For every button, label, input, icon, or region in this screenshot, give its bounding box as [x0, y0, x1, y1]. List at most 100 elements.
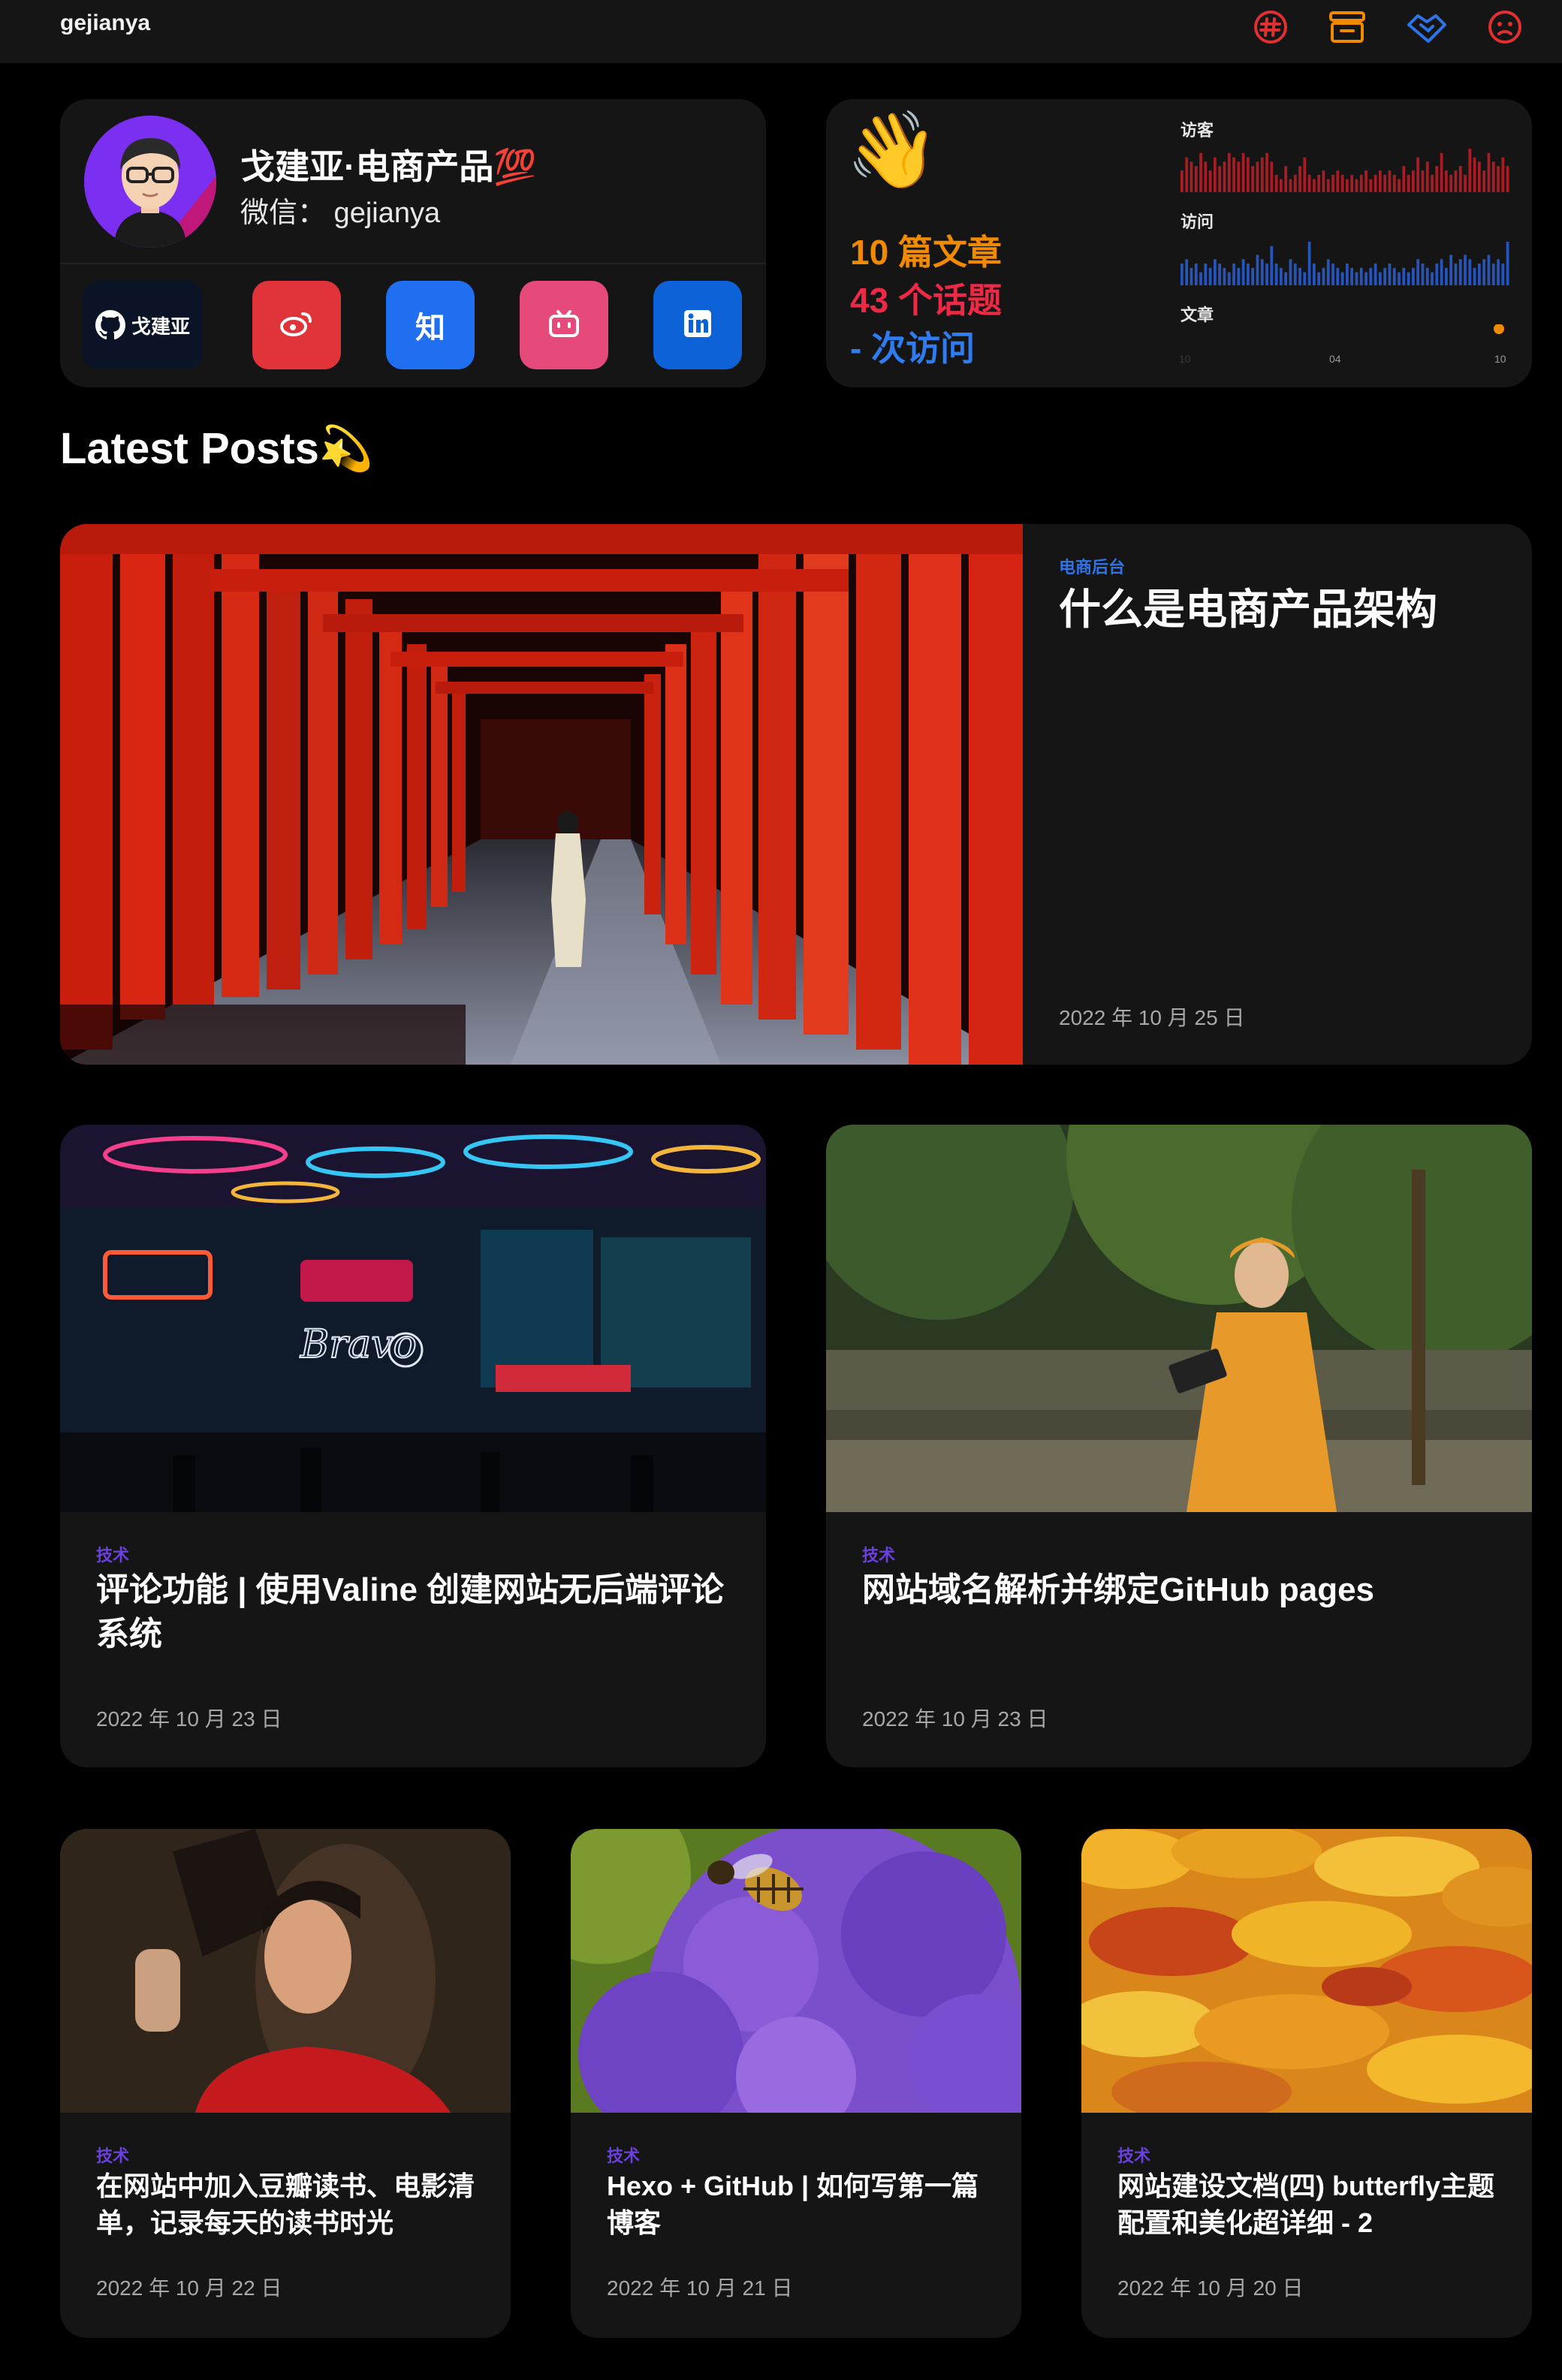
post-image-autumn-leaves[interactable]	[1081, 1829, 1532, 2113]
chart-bar	[1284, 272, 1288, 285]
chart-bar	[1398, 179, 1401, 192]
post-date: 2022 年 10 月 22 日	[96, 2276, 282, 2300]
chart-bar	[1218, 166, 1222, 192]
post-card[interactable]: 技术 网站建设文档(四) butterfly主题配置和美化超详细 - 2 202…	[1081, 1829, 1532, 2338]
chart-bar	[1416, 259, 1420, 285]
chart-bar	[1313, 179, 1316, 192]
chart-bar	[1501, 264, 1505, 285]
chart-bar	[1435, 166, 1439, 192]
articles-chart-title: 文章	[1181, 306, 1214, 324]
chart-bar	[1478, 264, 1481, 285]
chart-bar	[1440, 259, 1443, 285]
post-category[interactable]: 技术	[96, 1542, 129, 1566]
face-icon[interactable]	[1484, 6, 1526, 48]
chart-bar	[1204, 264, 1208, 285]
chart-bar	[1388, 170, 1392, 192]
chart-bar	[1256, 255, 1259, 285]
post-category[interactable]: 技术	[1117, 2143, 1150, 2167]
chart-bar	[1445, 170, 1448, 192]
post-title[interactable]: 评论功能 | 使用Valine 创建网站无后端评论系统	[96, 1568, 727, 1657]
chart-bar	[1425, 161, 1429, 192]
chart-bar	[1412, 170, 1415, 192]
post-image-woman-in-park[interactable]	[826, 1125, 1532, 1512]
post-card[interactable]: 技术 网站域名解析并绑定GitHub pages 2022 年 10 月 23 …	[826, 1125, 1532, 1767]
profile-card: 戈建亚·电商产品💯 微信： gejianya 戈建亚 知	[60, 99, 766, 387]
chart-bar	[1379, 272, 1382, 285]
chart-bar	[1270, 246, 1274, 285]
zhihu-button[interactable]: 知	[386, 281, 475, 369]
chart-bar	[1280, 267, 1283, 285]
post-date: 2022 年 10 月 23 日	[862, 1707, 1048, 1731]
archive-icon[interactable]	[1326, 6, 1368, 48]
avatar[interactable]	[84, 116, 216, 248]
chart-bar	[1322, 267, 1325, 285]
chart-bar	[1247, 264, 1250, 285]
chart-bar	[1331, 264, 1334, 285]
chart-bar	[1181, 264, 1184, 285]
chart-bar	[1445, 267, 1448, 285]
post-title[interactable]: 网站建设文档(四) butterfly主题配置和美化超详细 - 2	[1117, 2168, 1508, 2241]
github-button[interactable]: 戈建亚	[83, 281, 203, 369]
chart-bar	[1458, 259, 1462, 285]
post-card-featured[interactable]: 电商后台 什么是电商产品架构 2022 年 10 月 25 日	[60, 524, 1532, 1065]
chart-bar	[1359, 267, 1363, 285]
post-category[interactable]: 技术	[607, 2143, 640, 2167]
chart-bar	[1270, 161, 1274, 192]
chart-bar	[1407, 174, 1410, 192]
chart-bar	[1204, 161, 1208, 192]
chart-bar	[1497, 259, 1500, 285]
profile-wechat: 微信： gejianya	[240, 197, 441, 229]
chart-bar	[1185, 157, 1189, 192]
post-image-torii-gates[interactable]	[60, 524, 1023, 1065]
chart-bar	[1232, 264, 1235, 285]
post-card[interactable]: 技术 Hexo + GitHub | 如何写第一篇博客 2022 年 10 月 …	[571, 1829, 1021, 2338]
chart-bar	[1298, 166, 1301, 192]
github-label: 戈建亚	[131, 315, 190, 338]
chart-bar	[1364, 170, 1368, 192]
chart-bar	[1350, 267, 1354, 285]
chart-bar	[1431, 272, 1434, 285]
stats-card: 👋 10 篇文章 43 个话题 - 次访问 访客 访问 文章 10 04 10	[826, 99, 1532, 387]
chart-bar	[1185, 259, 1189, 285]
linkedin-button[interactable]	[653, 281, 742, 369]
weibo-button[interactable]	[252, 281, 341, 369]
article-count[interactable]: 10 篇文章	[850, 225, 1002, 275]
post-image-neon-street[interactable]: Bravo	[60, 1125, 766, 1512]
post-title[interactable]: Hexo + GitHub | 如何写第一篇博客	[607, 2168, 997, 2241]
chart-bar	[1449, 174, 1453, 192]
chart-bar	[1317, 272, 1321, 285]
post-title[interactable]: 在网站中加入豆瓣读书、电影清单，记录每天的读书时光	[96, 2168, 487, 2241]
chart-bar	[1223, 161, 1226, 192]
chart-bar	[1265, 264, 1268, 285]
post-category[interactable]: 电商后台	[1059, 554, 1125, 578]
chart-bar	[1260, 157, 1264, 192]
chart-bar	[1383, 267, 1387, 285]
post-category[interactable]: 技术	[862, 1542, 895, 1566]
waving-hand-icon: 👋	[846, 108, 939, 192]
visit-count: - 次访问	[850, 329, 975, 368]
chart-bar	[1398, 272, 1401, 285]
chart-bar	[1208, 170, 1212, 192]
chart-bar	[1317, 174, 1321, 192]
hashtag-icon[interactable]	[1250, 6, 1292, 48]
chart-bar	[1350, 174, 1354, 192]
topic-count[interactable]: 43 个话题	[850, 273, 1002, 323]
post-image-bee-on-flowers[interactable]	[571, 1829, 1021, 2113]
post-card[interactable]: Bravo 技术 评论功能 | 使用Valine 创建网站无后端评论系统 202…	[60, 1125, 766, 1767]
chart-bar	[1326, 259, 1330, 285]
chart-bar	[1473, 157, 1476, 192]
handshake-icon[interactable]	[1406, 6, 1448, 48]
post-image-woman-with-book[interactable]	[60, 1829, 511, 2113]
chart-bar	[1497, 166, 1500, 192]
site-name-link[interactable]: gejianya	[60, 11, 150, 36]
post-card[interactable]: 技术 在网站中加入豆瓣读书、电影清单，记录每天的读书时光 2022 年 10 月…	[60, 1829, 511, 2338]
visits-chart	[1181, 242, 1509, 285]
chart-bar	[1303, 157, 1307, 192]
chart-bar	[1449, 255, 1453, 285]
bilibili-button[interactable]	[520, 281, 608, 369]
post-title[interactable]: 什么是电商产品架构	[1059, 581, 1494, 638]
post-title[interactable]: 网站域名解析并绑定GitHub pages	[862, 1568, 1493, 1612]
chart-bar	[1194, 166, 1198, 192]
chart-bar	[1392, 174, 1396, 192]
post-category[interactable]: 技术	[96, 2143, 129, 2167]
